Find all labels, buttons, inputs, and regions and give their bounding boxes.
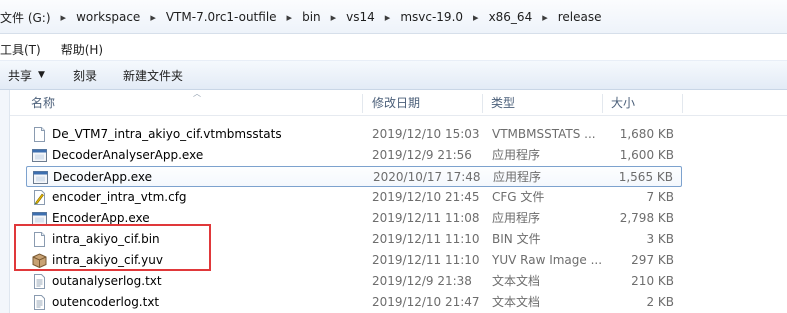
file-size: 2 KB: [646, 295, 674, 309]
file-name: DecoderAnalyserApp.exe: [52, 148, 204, 162]
file-date: 2019/12/9 21:38: [372, 274, 472, 288]
file-date: 2019/12/11 11:10: [372, 232, 480, 246]
file-name: DecoderApp.exe: [53, 170, 153, 184]
file-type: 文本文档: [492, 295, 541, 309]
breadcrumb-drive[interactable]: 文件 (G:): [0, 9, 55, 26]
file-date: 2019/12/10 21:47: [372, 295, 480, 309]
file-date: 2019/12/10 15:03: [372, 127, 480, 141]
exe-icon: [32, 149, 47, 162]
file-date: 2019/12/11 11:10: [372, 253, 480, 267]
new-folder-label: 新建文件夹: [122, 68, 183, 83]
navigation-pane-edge: [0, 90, 10, 313]
file-date: 2019/12/10 21:45: [372, 190, 480, 204]
breadcrumb-vs14[interactable]: vs14: [342, 10, 379, 24]
annotation-highlight-box: [14, 224, 211, 271]
file-row[interactable]: outencoderlog.txt 2019/12/10 21:47 文本文档 …: [26, 292, 682, 313]
column-header-type[interactable]: 类型: [487, 91, 515, 116]
file-type: YUV Raw Image ...: [492, 253, 603, 267]
generic-file-icon: [34, 127, 45, 142]
file-name: encoder_intra_vtm.cfg: [52, 190, 187, 204]
file-size: 7 KB: [646, 190, 674, 204]
chevron-right-icon[interactable]: ▸: [536, 11, 554, 24]
column-header-size[interactable]: 大小: [607, 91, 635, 116]
command-bar: 共享 ▼ 刻录 新建文件夹: [0, 60, 787, 90]
column-divider[interactable]: [362, 94, 363, 113]
chevron-right-icon[interactable]: ▸: [467, 11, 485, 24]
file-name: outencoderlog.txt: [52, 295, 160, 309]
file-name: De_VTM7_intra_akiyo_cif.vtmbmsstats: [52, 127, 282, 141]
file-size: 1,680 KB: [619, 127, 674, 141]
menu-bar: 工具(T) 帮助(H): [0, 38, 123, 60]
breadcrumb-workspace[interactable]: workspace: [72, 10, 144, 24]
file-type: 应用程序: [492, 211, 541, 225]
file-row[interactable]: DecoderAnalyserApp.exe 2019/12/9 21:56 应…: [26, 145, 682, 166]
caret-down-icon: ▼: [38, 70, 45, 80]
breadcrumb: 文件 (G:) ▸ workspace ▸ VTM-7.0rc1-outfile…: [0, 7, 606, 27]
chevron-right-icon[interactable]: ▸: [281, 11, 299, 24]
breadcrumb-x86-64[interactable]: x86_64: [485, 10, 537, 24]
chevron-right-icon[interactable]: ▸: [55, 11, 73, 24]
file-size: 210 KB: [631, 274, 674, 288]
file-type: 应用程序: [493, 170, 542, 184]
share-button[interactable]: 共享 ▼: [8, 67, 45, 84]
file-size: 297 KB: [631, 253, 674, 267]
file-type: 应用程序: [492, 148, 541, 162]
file-date: 2019/12/11 11:08: [372, 211, 480, 225]
menu-help[interactable]: 帮助(H): [61, 41, 111, 58]
sort-ascending-icon: ︿: [193, 89, 201, 98]
file-size: 2,798 KB: [619, 211, 674, 225]
column-header-row: 名称 ︿ 修改日期 类型 大小: [10, 89, 787, 116]
file-size: 1,565 KB: [618, 170, 673, 184]
chevron-right-icon[interactable]: ▸: [379, 11, 397, 24]
column-divider[interactable]: [482, 94, 483, 113]
text-file-icon: [34, 295, 45, 310]
chevron-right-icon[interactable]: ▸: [144, 11, 162, 24]
file-row[interactable]: outanalyserlog.txt 2019/12/9 21:38 文本文档 …: [26, 271, 682, 292]
breadcrumb-bin[interactable]: bin: [298, 10, 325, 24]
file-type: BIN 文件: [492, 232, 541, 246]
file-size: 1,600 KB: [619, 148, 674, 162]
breadcrumb-vtm-outfile[interactable]: VTM-7.0rc1-outfile: [162, 10, 281, 24]
burn-button[interactable]: 刻录: [73, 67, 97, 84]
breadcrumb-msvc[interactable]: msvc-19.0: [396, 10, 467, 24]
address-bar[interactable]: 文件 (G:) ▸ workspace ▸ VTM-7.0rc1-outfile…: [0, 0, 787, 34]
file-row[interactable]: De_VTM7_intra_akiyo_cif.vtmbmsstats 2019…: [26, 124, 682, 145]
file-row[interactable]: encoder_intra_vtm.cfg 2019/12/10 21:45 C…: [26, 187, 682, 208]
file-row-selected[interactable]: DecoderApp.exe 2020/10/17 17:48 应用程序 1,5…: [26, 166, 682, 187]
file-type: CFG 文件: [492, 190, 545, 204]
column-header-date[interactable]: 修改日期: [368, 91, 420, 116]
column-header-name[interactable]: 名称: [27, 91, 55, 116]
file-name: outanalyserlog.txt: [52, 274, 162, 288]
column-divider[interactable]: [682, 94, 683, 113]
file-date: 2020/10/17 17:48: [373, 170, 481, 184]
text-file-icon: [34, 274, 45, 289]
exe-icon: [33, 171, 48, 184]
column-divider[interactable]: [602, 94, 603, 113]
file-date: 2019/12/9 21:56: [372, 148, 472, 162]
file-type: 文本文档: [492, 274, 541, 288]
new-folder-button[interactable]: 新建文件夹: [123, 67, 183, 84]
menu-tools[interactable]: 工具(T): [0, 41, 49, 58]
file-size: 3 KB: [646, 232, 674, 246]
cfg-file-icon: [34, 190, 45, 205]
file-type: VTMBMSSTATS ...: [492, 127, 596, 141]
burn-label: 刻录: [72, 68, 97, 83]
share-label: 共享: [8, 68, 33, 83]
breadcrumb-release[interactable]: release: [554, 10, 606, 24]
chevron-right-icon[interactable]: ▸: [325, 11, 343, 24]
